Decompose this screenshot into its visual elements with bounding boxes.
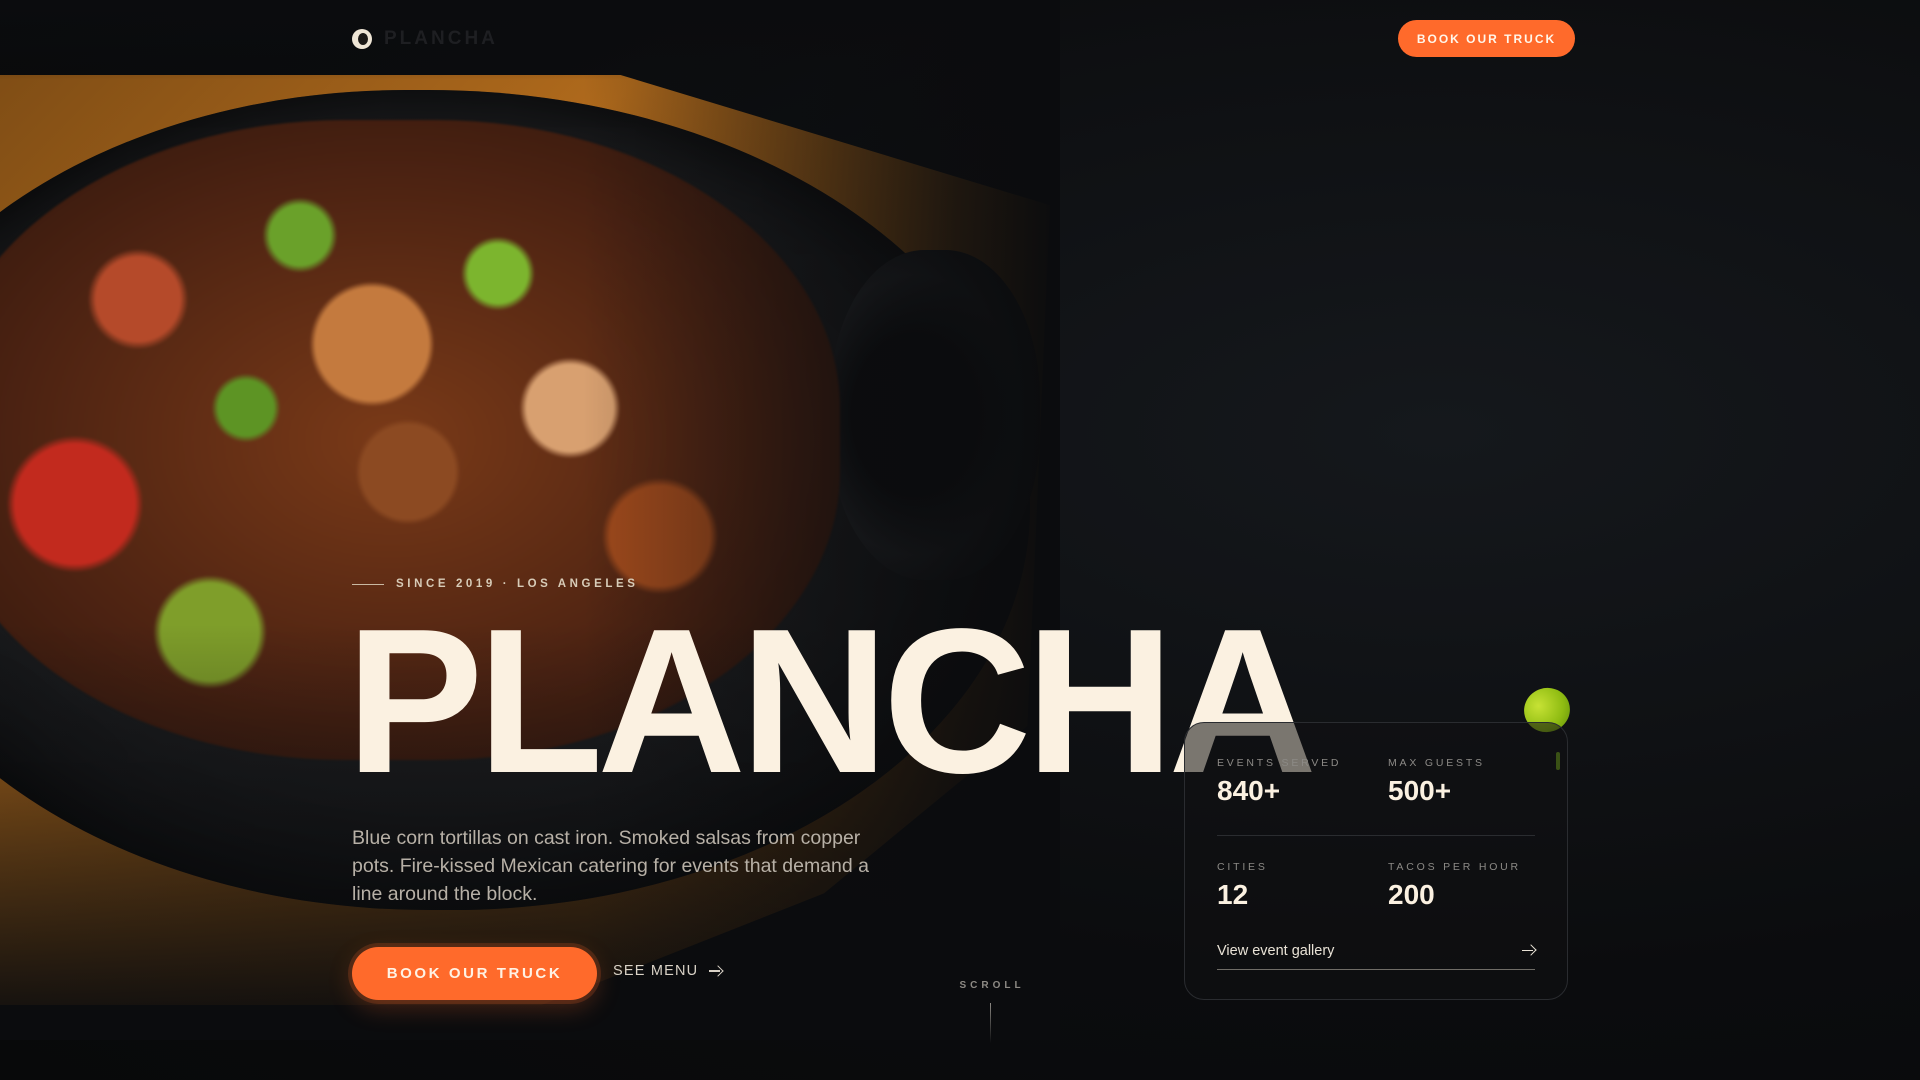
hero-description: Blue corn tortillas on cast iron. Smoked… xyxy=(352,827,869,905)
logo-mark-icon xyxy=(352,29,372,49)
eyebrow-rule xyxy=(352,583,384,585)
stat-events-served: EVENTS SERVED 840+ xyxy=(1217,757,1341,807)
stat-value: 840+ xyxy=(1217,775,1281,806)
arrow-right-icon xyxy=(708,964,722,978)
photo-top-fade xyxy=(0,0,1060,80)
hero-title: PLANCHA xyxy=(346,586,1317,816)
brand-name: PLANCHA xyxy=(384,28,498,49)
brand-logo[interactable]: PLANCHA xyxy=(352,28,498,50)
stat-label: EVENTS SERVED xyxy=(1217,757,1342,769)
stat-max-guests: MAX GUESTS 500+ xyxy=(1388,757,1485,807)
stat-value: 12 xyxy=(1217,879,1249,910)
see-menu-link[interactable]: SEE MENU xyxy=(613,963,722,979)
scroll-line xyxy=(989,1003,991,1043)
stat-value: 500+ xyxy=(1388,775,1452,806)
stat-cities: CITIES 12 xyxy=(1217,861,1268,911)
stats-card: EVENTS SERVED 840+ MAX GUESTS 500+ CITIE… xyxy=(1184,722,1568,1000)
book-truck-button[interactable]: BOOK OUR TRUCK xyxy=(352,947,597,1000)
card-divider xyxy=(1217,835,1535,836)
stat-value: 200 xyxy=(1388,879,1435,910)
landing-page: PLANCHA BOOK OUR TRUCK SINCE 2019 · LOS … xyxy=(0,0,1920,1080)
stat-tacos-per-hour: TACOS PER HOUR 200 xyxy=(1388,861,1521,911)
stat-label: TACOS PER HOUR xyxy=(1388,861,1521,873)
stat-label: MAX GUESTS xyxy=(1388,757,1485,769)
scroll-label: SCROLL xyxy=(959,980,1025,991)
scroll-indicator[interactable]: SCROLL xyxy=(959,980,1021,1043)
see-menu-label: SEE MENU xyxy=(613,963,699,979)
nav-book-truck-button[interactable]: BOOK OUR TRUCK xyxy=(1398,20,1575,57)
stat-label: CITIES xyxy=(1217,861,1268,873)
arrow-right-icon xyxy=(1521,944,1535,958)
view-gallery-label: View event gallery xyxy=(1217,942,1335,959)
view-gallery-link[interactable]: View event gallery xyxy=(1217,940,1535,970)
